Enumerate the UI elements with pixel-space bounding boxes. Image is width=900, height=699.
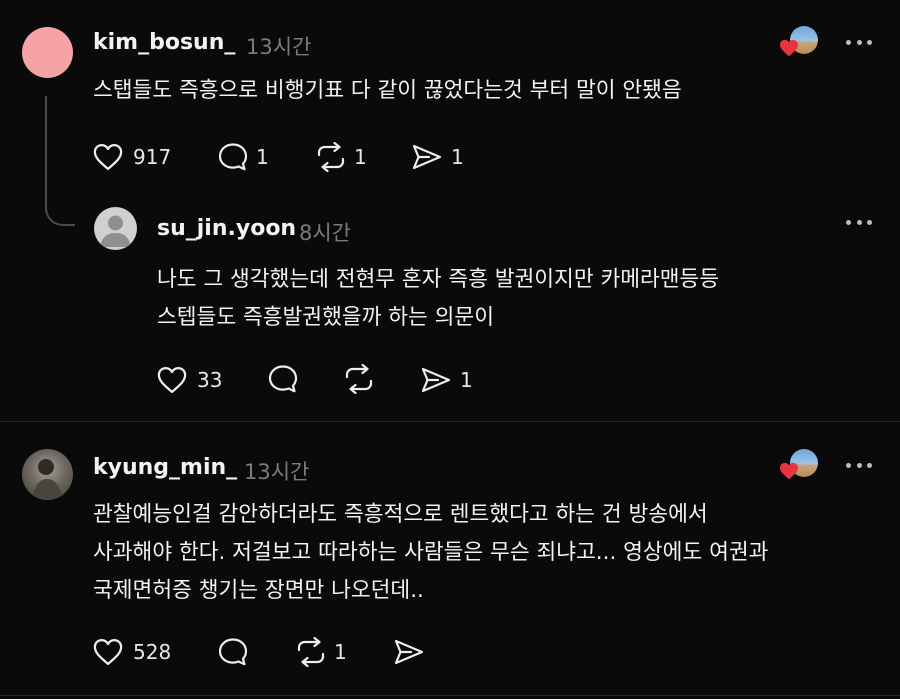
more-icon[interactable] (846, 461, 872, 469)
comment-text: 스텝들도 즉흥발권했을까 하는 의문이 (157, 305, 494, 330)
repost-icon[interactable] (314, 142, 348, 172)
share-icon[interactable] (411, 143, 443, 171)
repost-icon[interactable] (294, 637, 328, 667)
username[interactable]: su_jin.yoon (157, 216, 296, 241)
more-icon[interactable] (846, 38, 872, 46)
username[interactable]: kyung_min_ (93, 455, 237, 480)
like-count: 33 (197, 368, 223, 392)
divider (0, 421, 900, 422)
comment-text: 사과해야 한다. 저걸보고 따라하는 사람들은 무슨 죄냐고... 영상에도 여… (93, 540, 769, 565)
heart-icon (779, 39, 799, 57)
comment-text: 국제면허증 챙기는 장면만 나오던데.. (93, 578, 424, 603)
like-count: 528 (133, 640, 172, 664)
reply-count: 1 (256, 145, 269, 169)
like-count: 917 (133, 145, 172, 169)
avatar[interactable] (94, 207, 137, 250)
share-icon[interactable] (393, 638, 425, 666)
more-icon[interactable] (846, 218, 872, 226)
comment-icon[interactable] (267, 364, 299, 394)
share-count: 1 (460, 368, 473, 392)
comment-icon[interactable] (217, 637, 249, 667)
comment-text: 나도 그 생각했는데 전현무 혼자 즉흥 발권이지만 카메라맨등등 (157, 267, 720, 292)
divider (0, 695, 900, 696)
author-liked-badge (779, 449, 821, 483)
heart-icon[interactable] (157, 366, 187, 394)
heart-icon[interactable] (93, 638, 123, 666)
heart-icon (779, 462, 799, 480)
avatar[interactable] (22, 449, 73, 500)
comment-text: 관찰예능인걸 감안하더라도 즉흥적으로 렌트했다고 하는 건 방송에서 (93, 502, 708, 527)
avatar[interactable] (22, 27, 73, 78)
comment-text: 스탭들도 즉흥으로 비행기표 다 같이 끊었다는것 부터 말이 안됐음 (93, 78, 682, 103)
timestamp: 13시간 (244, 460, 310, 484)
thread-curve (45, 190, 75, 226)
share-icon[interactable] (420, 366, 452, 394)
username[interactable]: kim_bosun_ (93, 30, 235, 55)
timestamp: 13시간 (246, 35, 312, 59)
timestamp: 8시간 (299, 221, 352, 245)
repost-icon[interactable] (342, 364, 376, 394)
repost-count: 1 (354, 145, 367, 169)
comment-icon[interactable] (217, 142, 249, 172)
author-liked-badge (779, 26, 821, 60)
heart-icon[interactable] (93, 143, 123, 171)
share-count: 1 (451, 145, 464, 169)
repost-count: 1 (334, 640, 347, 664)
